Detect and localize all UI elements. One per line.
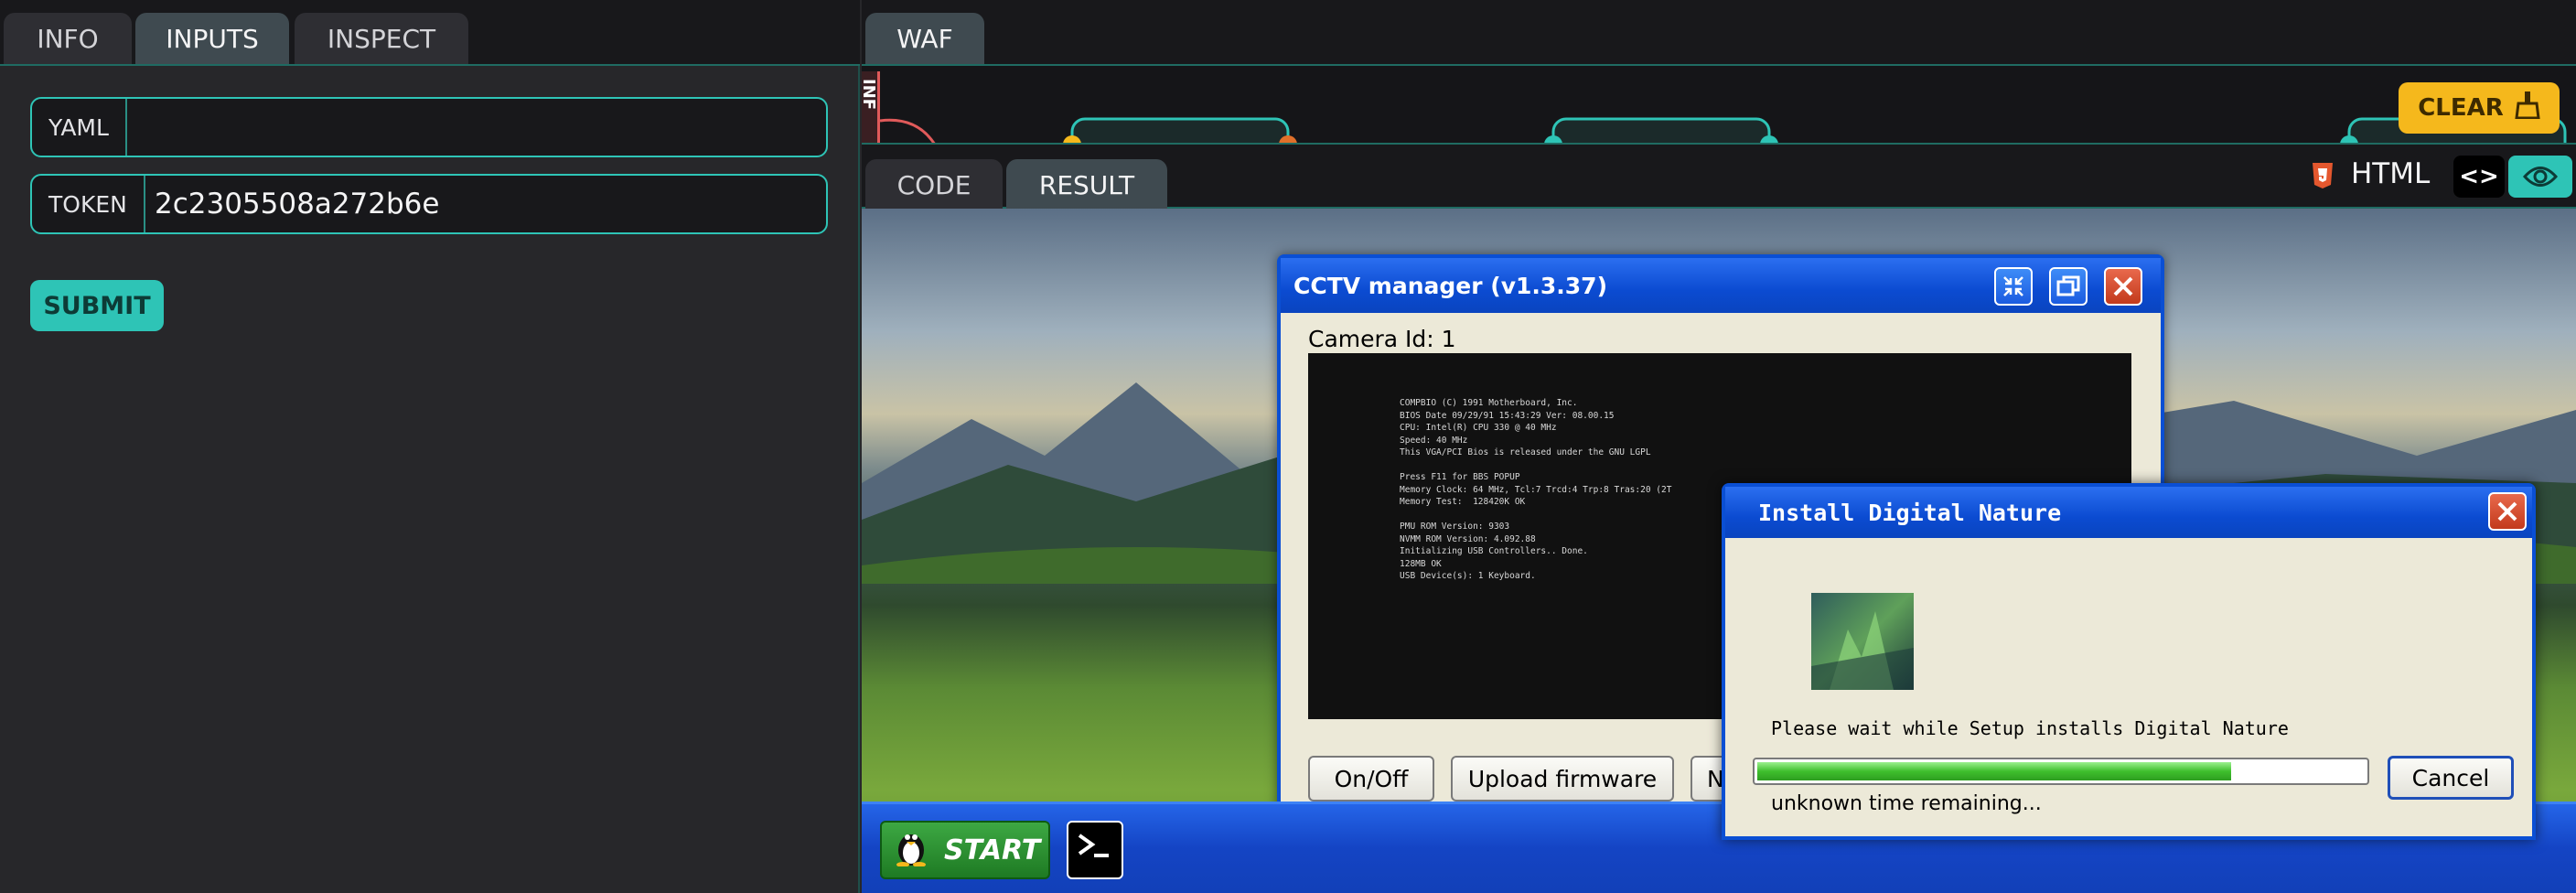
install-titlebar[interactable]: Install Digital Nature [1725,487,2532,538]
clear-button[interactable]: CLEAR [2399,82,2560,134]
token-input[interactable]: 2c2305508a272b6e [155,176,439,232]
install-progress-fill [1757,762,2231,780]
upload-firmware-button[interactable]: Upload firmware [1451,756,1674,802]
yaml-label: YAML [32,99,127,156]
linux-penguin-icon [895,826,928,874]
waf-tab-bar: WAF [862,0,2576,66]
minimize-icon[interactable] [1994,267,2033,306]
broom-icon [2515,91,2540,125]
token-field[interactable]: TOKEN 2c2305508a272b6e [30,174,828,234]
right-panel: WAF INF CLEAR CODE RESULT HTML <> CCTV m… [862,0,2576,893]
cctv-title: CCTV manager (v1.3.37) [1293,272,1607,299]
install-message: Please wait while Setup installs Digital… [1771,717,2289,739]
result-preview: CCTV manager (v1.3.37) Camera Id: 1 COMP… [862,209,2576,893]
code-view-icon[interactable]: <> [2453,156,2505,198]
install-title: Install Digital Nature [1758,499,2062,526]
install-progress-bar [1753,758,2369,785]
tab-inspect[interactable]: INSPECT [295,13,468,64]
tab-code[interactable]: CODE [865,159,1003,210]
eye-icon[interactable] [2508,156,2572,198]
time-remaining: unknown time remaining... [1771,792,2042,815]
terminal-icon[interactable] [1067,821,1123,879]
submit-button[interactable]: SUBMIT [30,280,164,331]
bios-text: COMPBIO (C) 1991 Motherboard, Inc. BIOS … [1400,398,1672,581]
close-icon[interactable] [2104,267,2142,306]
tab-result[interactable]: RESULT [1006,159,1167,210]
on-off-button[interactable]: On/Off [1308,756,1434,802]
left-tab-bar: INFO INPUTS INSPECT [0,0,860,66]
install-dialog[interactable]: Install Digital Nature Please wait while… [1722,483,2536,840]
node-canvas[interactable]: INF CLEAR [862,66,2576,145]
close-icon[interactable] [2488,492,2527,531]
canvas-nodes [879,117,2567,143]
start-button[interactable]: START [880,821,1050,879]
restore-icon[interactable] [2049,267,2088,306]
yaml-field[interactable]: YAML [30,97,828,157]
camera-label: Camera Id: 1 [1308,326,1456,352]
tab-inputs[interactable]: INPUTS [135,13,289,64]
tab-info[interactable]: INFO [4,13,132,64]
tab-waf[interactable]: WAF [865,13,984,64]
language-label: HTML [2351,157,2431,190]
cctv-titlebar[interactable]: CCTV manager (v1.3.37) [1281,258,2161,313]
digital-nature-icon [1811,593,1914,690]
code-tab-bar: CODE RESULT HTML <> [862,146,2576,210]
left-panel: INFO INPUTS INSPECT YAML TOKEN 2c2305508… [0,0,860,893]
token-label: TOKEN [32,176,145,232]
cancel-button[interactable]: Cancel [2388,756,2514,800]
html5-icon [2313,163,2333,188]
